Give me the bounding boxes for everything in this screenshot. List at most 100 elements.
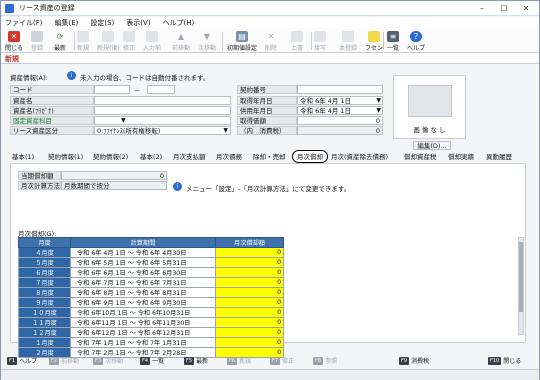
table-row[interactable]: ９月度 令和 6年 9月 1日 ～ 令和 6年 9月30日 0 [18, 297, 284, 308]
table-row[interactable]: １２月度 令和 6年12月 1日 ～ 令和 6年12月31日 0 [18, 327, 284, 338]
tab-monthly-payment[interactable]: 月次支払額 [173, 151, 206, 163]
menu-help[interactable]: ヘルプ(H) [163, 18, 195, 28]
close-icon: ✕ [8, 31, 20, 42]
minimize-icon[interactable]: – [471, 1, 493, 15]
help-button[interactable]: ? ヘルプ [407, 30, 425, 52]
amount-cell[interactable]: 0 [215, 317, 284, 328]
table-row[interactable]: ５月度 令和 6年 5月 1日 ～ 令和 6年 5月31日 0 [18, 257, 284, 268]
tab-depreciation-results[interactable]: 償却実績 [448, 151, 474, 163]
tab-change-history[interactable]: 異動履歴 [486, 151, 512, 163]
asset-kana-label: 資産名(ﾌﾘｶﾞﾅ) [10, 106, 94, 115]
refresh-button[interactable]: ⟳ 最新 [54, 30, 66, 52]
contract-no-input[interactable] [297, 85, 383, 94]
new-button[interactable]: 新規 [77, 30, 89, 52]
month-cell: ４月度 [18, 247, 71, 258]
table-scrollbar[interactable] [518, 237, 524, 335]
tab-monthly-debt[interactable]: 月次債務 [216, 151, 242, 163]
amount-cell[interactable]: 0 [215, 287, 284, 298]
menu-edit[interactable]: 編集(E) [55, 18, 79, 28]
f7-edit-button[interactable]: F7 修正 [270, 356, 294, 365]
accum-value: 0 [61, 171, 167, 180]
arrow-down-icon: ▼ [203, 32, 211, 41]
table-row[interactable]: １月度 令和 7年 1月 1日 ～ 令和 7年 1月31日 0 [18, 337, 284, 348]
f5-refresh-button[interactable]: F5 最新 [184, 356, 208, 365]
copy-new-icon [102, 31, 115, 42]
code-input-2[interactable] [147, 85, 175, 94]
period-cell: 令和 6年 8月 1日 ～ 令和 6年 8月31日 [70, 287, 216, 298]
undo-button[interactable]: 入力前 [143, 30, 161, 52]
amount-cell[interactable]: 0 [215, 297, 284, 308]
amount-cell[interactable]: 0 [215, 247, 284, 258]
tab-depreciable-asset-tax[interactable]: 償却資産税 [404, 151, 437, 163]
prev-button[interactable]: ▲ 前移動 [172, 30, 190, 52]
list-button[interactable]: ≡ 一覧 [387, 30, 399, 52]
delete-button[interactable]: ✕ 削除 [265, 30, 277, 52]
tab-disposal-sale[interactable]: 除却・売却 [253, 151, 286, 163]
acquisition-date-input[interactable]: 令和 6年 4月 1日 ▼ [297, 96, 383, 105]
menu-file[interactable]: ファイル(F) [5, 18, 43, 28]
amount-cell[interactable]: 0 [215, 327, 284, 338]
lease-class-select[interactable]: 0:ﾌｧｲﾅﾝｽ(所有権移転) ▼ [94, 126, 231, 135]
f9-tax-button[interactable]: F9 消費税 [399, 356, 429, 365]
service-date-input[interactable]: 令和 6年 4月 1日 ▼ [297, 106, 383, 115]
f1-help-button[interactable]: F1 ヘルプ [7, 356, 37, 365]
period-cell: 令和 6年 4月 1日 ～ 令和 6年 4月30日 [70, 247, 216, 258]
amount-cell[interactable]: 0 [215, 257, 284, 268]
tab-monthly-depreciation[interactable]: 月次償却 [292, 150, 328, 163]
tab-basic-1[interactable]: 基本(1) [12, 151, 34, 163]
period-cell: 令和 6年 9月 1日 ～ 令和 6年 9月30日 [70, 297, 216, 308]
f6-new-button[interactable]: F6 新規 [227, 356, 251, 365]
table-row[interactable]: ７月度 令和 6年 7月 1日 ～ 令和 6年 7月31日 0 [18, 277, 284, 288]
sort-button[interactable]: 接写 [314, 30, 326, 52]
copy-new-button[interactable]: 新規(複) [97, 30, 120, 52]
amount-cell[interactable]: 0 [215, 307, 284, 318]
close-button[interactable]: ✕ 閉じる [5, 30, 23, 52]
f2-prev-button[interactable]: F2 前移動 [49, 356, 79, 365]
sticky-note-button[interactable]: フセン [365, 30, 383, 52]
menu-bar: ファイル(F) 編集(E) 設定(S) 表示(V) ヘルプ(H) [1, 17, 539, 29]
amount-cell[interactable]: 0 [215, 277, 284, 288]
asset-name-input[interactable] [94, 96, 231, 105]
save-button[interactable]: 登録 [31, 30, 43, 52]
tab-contract-2[interactable]: 契約情報(2) [93, 151, 128, 163]
list-icon: ≡ [387, 31, 399, 42]
amount-cell[interactable]: 0 [215, 337, 284, 348]
f4-list-button[interactable]: F4 一覧 [140, 356, 164, 365]
sort-icon [314, 31, 326, 42]
col-month: 月度 [18, 237, 71, 248]
menu-settings[interactable]: 設定(S) [90, 18, 114, 28]
calendar-dropdown-icon[interactable]: ▼ [376, 97, 381, 104]
register-button[interactable]: 本登録 [339, 30, 357, 52]
initial-settings-button[interactable]: ▤ 初期値設定 [227, 30, 257, 52]
close-icon[interactable]: ✕ [515, 1, 537, 15]
dropdown-arrow-icon[interactable]: ▼ [121, 117, 126, 124]
menu-view[interactable]: 表示(V) [126, 18, 150, 28]
f10-close-button[interactable]: F10 閉じる [488, 356, 521, 365]
table-row[interactable]: ８月度 令和 6年 8月 1日 ～ 令和 6年 8月31日 0 [18, 287, 284, 298]
table-row[interactable]: ６月度 令和 6年 6月 1日 ～ 令和 6年 6月30日 0 [18, 267, 284, 278]
maximize-icon[interactable]: ☐ [493, 1, 515, 15]
table-row[interactable]: １１月度 令和 6年11月 1日 ～ 令和 6年11月30日 0 [18, 317, 284, 328]
scrollbar-thumb[interactable] [519, 242, 523, 312]
table-row[interactable]: ４月度 令和 6年 4月 1日 ～ 令和 6年 4月30日 0 [18, 247, 284, 258]
code-input-1[interactable] [94, 85, 130, 94]
next-button[interactable]: ▼ 次移動 [198, 30, 216, 52]
image-panel: 画 像 な し [393, 75, 466, 139]
f3-next-button[interactable]: F3 次移動 [93, 356, 123, 365]
undo-icon [146, 31, 158, 42]
amount-cell[interactable]: 0 [215, 267, 284, 278]
tab-contract-1[interactable]: 契約情報(1) [48, 151, 83, 163]
image-placeholder-icon [408, 85, 452, 117]
overwrite-button[interactable]: 上書 [291, 30, 303, 52]
edit-button[interactable]: 修正 [123, 30, 135, 52]
acquisition-price-input[interactable]: 0 [297, 116, 383, 125]
table-row[interactable]: １０月度 令和 6年10月 1日 ～ 令和 6年10月31日 0 [18, 307, 284, 318]
f8-reference-button[interactable]: F8 参照 [313, 356, 337, 365]
tab-basic-2[interactable]: 基本(2) [140, 151, 162, 163]
tab-monthly-aro[interactable]: 月次(資産除去債務) [331, 151, 388, 163]
fixed-asset-subject-input[interactable]: ▼ [94, 116, 231, 125]
asset-kana-input[interactable] [94, 106, 231, 115]
calendar-dropdown-icon[interactable]: ▼ [376, 107, 381, 114]
image-edit-button[interactable]: 編集(D)... [413, 141, 451, 150]
mode-bar: 新規 [1, 53, 539, 64]
